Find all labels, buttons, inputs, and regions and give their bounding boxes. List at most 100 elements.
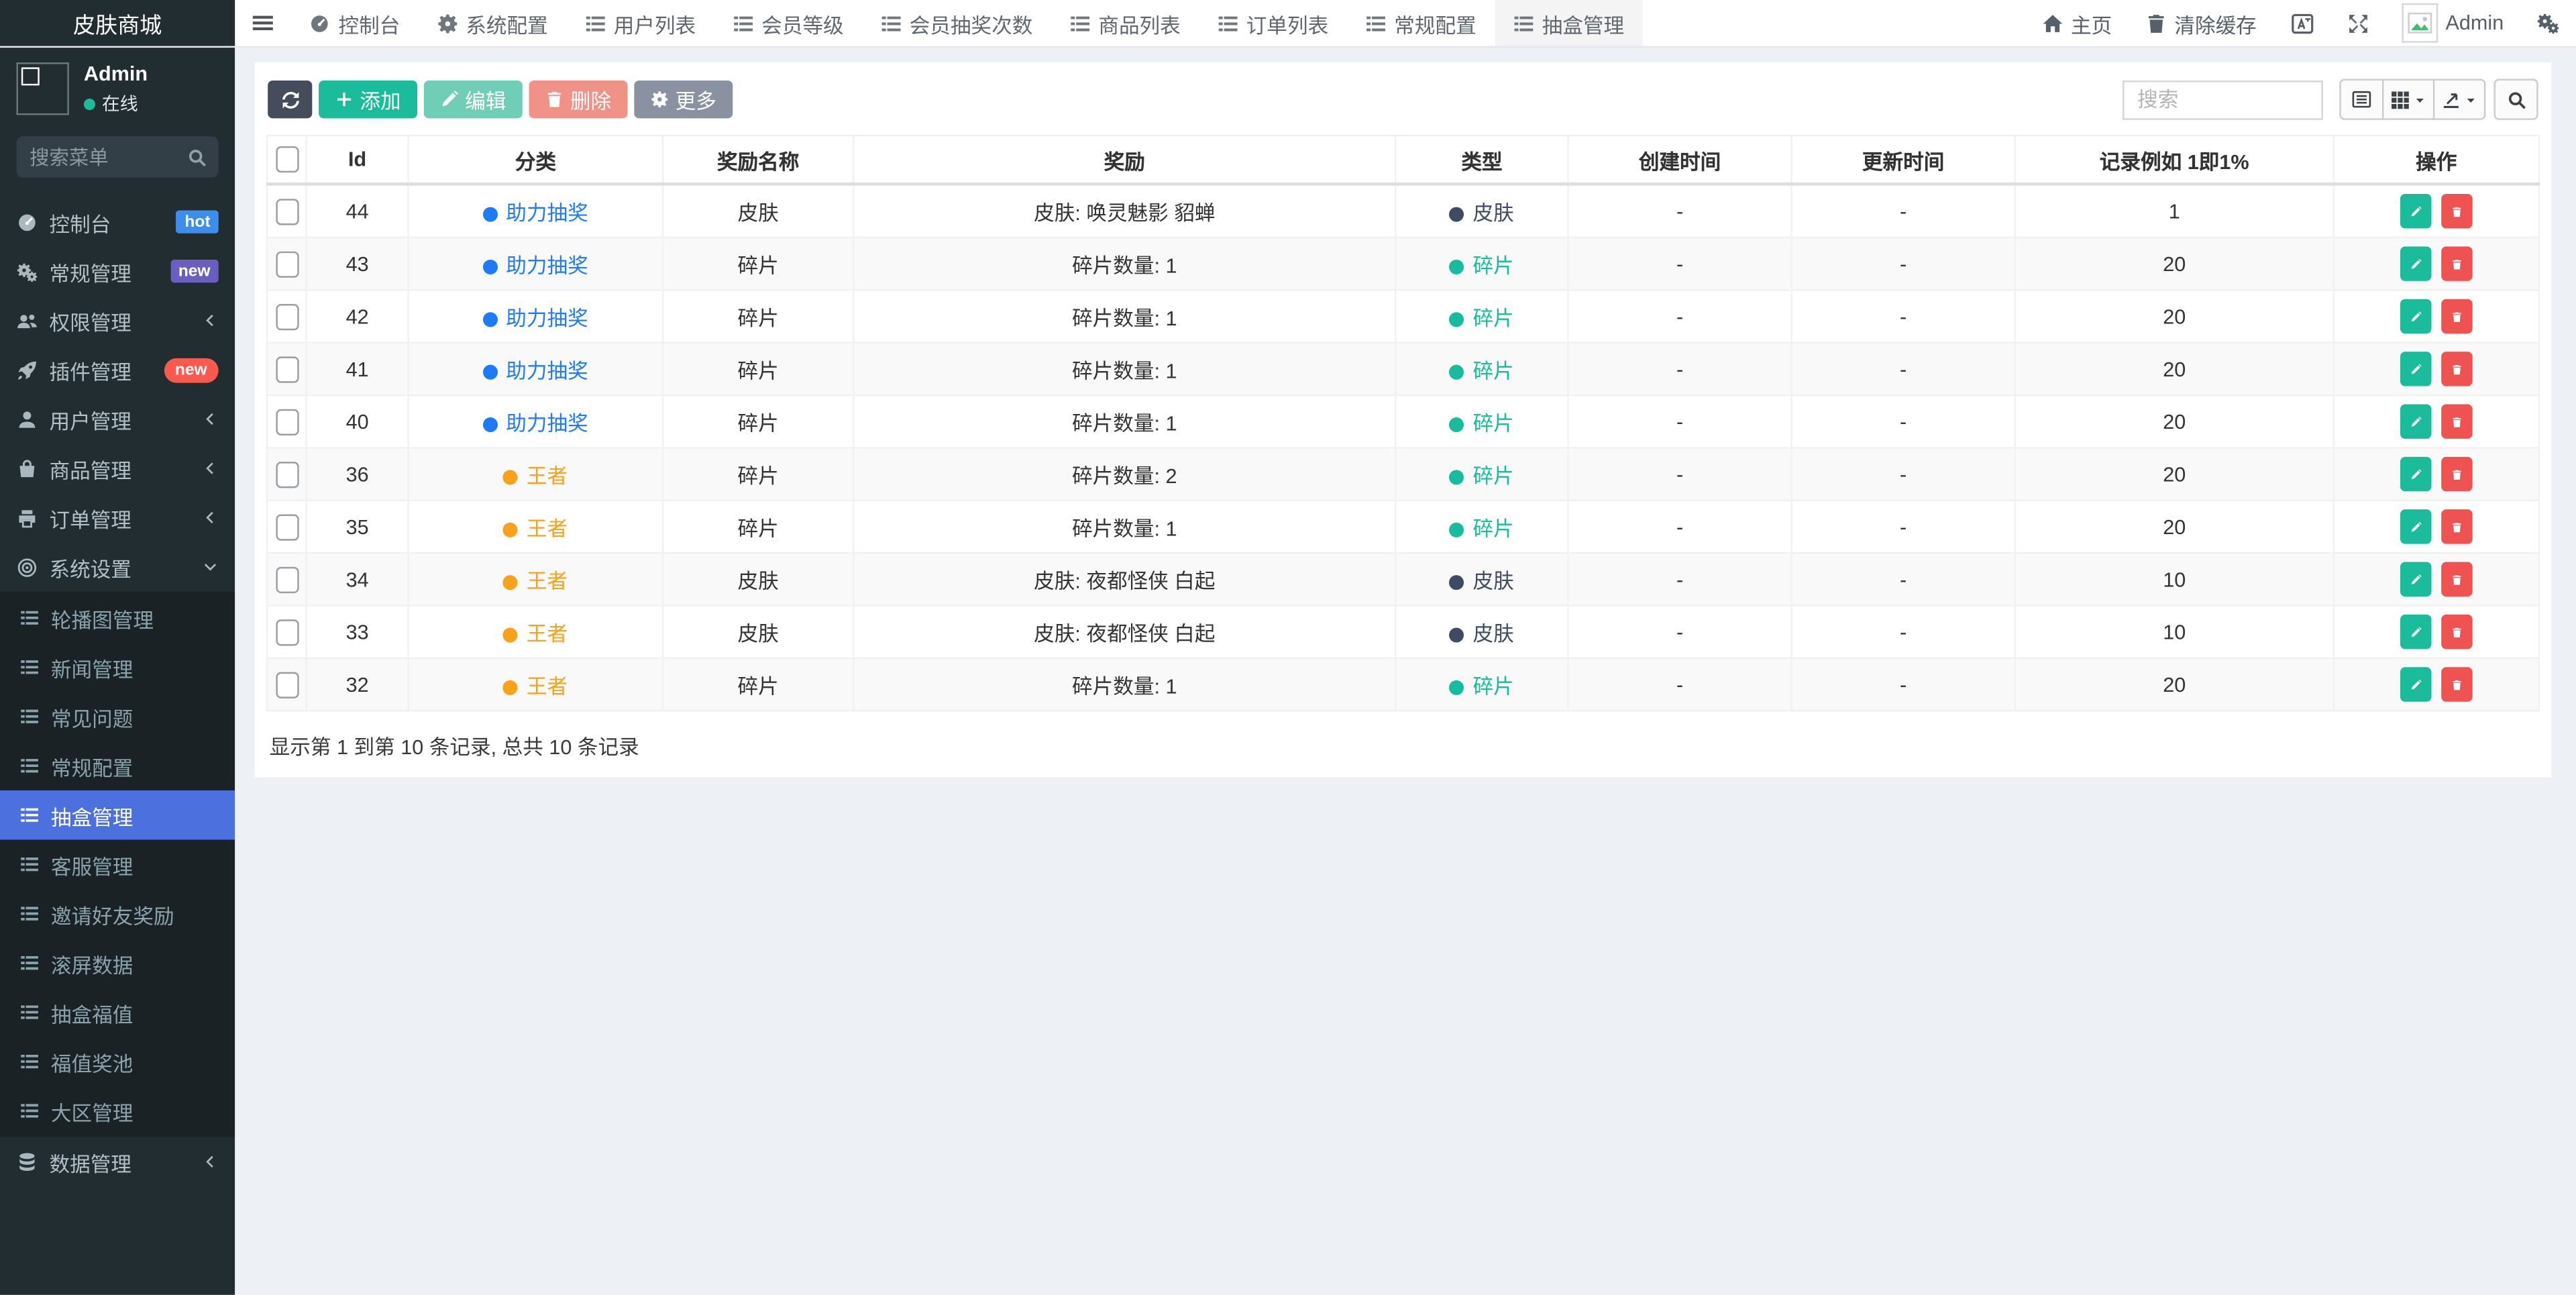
category-link[interactable]: 助力抽奖 [506,255,588,278]
delete-button[interactable]: 删除 [529,81,628,119]
column-header[interactable]: 分类 [407,134,664,186]
topnav-tab[interactable]: 抽盒管理 [1494,0,1643,46]
sidebar-submenu-item[interactable]: 客服管理 [0,839,235,888]
topnav-tab[interactable]: 订单列表 [1199,0,1346,46]
row-edit-button[interactable] [2400,193,2431,229]
row-checkbox[interactable] [275,671,299,698]
column-header[interactable]: 奖励 [853,134,1397,186]
language-button[interactable] [2273,11,2330,36]
column-header[interactable]: 类型 [1395,134,1569,186]
clear-cache-button[interactable]: 清除缓存 [2129,7,2273,39]
topnav-tab[interactable]: 商品列表 [1051,0,1198,46]
category-link[interactable]: 助力抽奖 [506,202,588,225]
row-edit-button[interactable] [2400,352,2431,386]
column-header[interactable]: 更新时间 [1790,134,2016,186]
row-delete-button[interactable] [2441,614,2473,650]
row-edit-button[interactable] [2400,614,2431,650]
category-link[interactable]: 助力抽奖 [506,307,588,330]
sidebar-submenu-item[interactable]: 福值奖池 [0,1037,235,1086]
sidebar-submenu-item[interactable]: 滚屏数据 [0,938,235,987]
category-link[interactable]: 王者 [527,517,568,540]
sidebar-menu-item[interactable]: 数据管理 [0,1137,235,1186]
sidebar-submenu-item[interactable]: 常见问题 [0,692,235,741]
column-header[interactable]: 奖励名称 [661,134,855,186]
row-delete-button[interactable] [2441,509,2473,544]
topnav-tab[interactable]: 控制台 [290,0,418,46]
select-all-checkbox[interactable] [275,146,299,173]
row-delete-button[interactable] [2441,456,2473,492]
sidebar-menu-item[interactable]: 权限管理 [0,296,235,345]
sidebar-submenu-item[interactable]: 新闻管理 [0,643,235,692]
sidebar-menu-item[interactable]: 商品管理 [0,444,235,493]
row-delete-button[interactable] [2441,352,2473,386]
refresh-button[interactable] [268,81,313,119]
row-checkbox[interactable] [275,408,299,435]
cell-actions [2332,499,2540,554]
topnav-tab[interactable]: 常规配置 [1346,0,1494,46]
fullscreen-button[interactable] [2330,12,2385,34]
row-checkbox[interactable] [275,303,299,330]
row-delete-button[interactable] [2441,562,2473,597]
column-header[interactable]: 创建时间 [1567,134,1792,186]
row-edit-button[interactable] [2400,667,2431,702]
home-link[interactable]: 主页 [2025,7,2128,39]
column-header[interactable]: 记录例如 1即1% [2014,134,2335,186]
topnav-tab[interactable]: 系统配置 [418,0,566,46]
row-checkbox[interactable] [275,460,299,488]
row-edit-button[interactable] [2400,404,2431,439]
topnav-tab[interactable]: 会员等级 [714,0,861,46]
add-button[interactable]: 添加 [319,81,418,119]
edit-button[interactable]: 编辑 [423,81,523,119]
sidebar-submenu-item[interactable]: 轮播图管理 [0,593,235,642]
category-dot [503,470,519,485]
table-search-input[interactable] [2123,79,2323,119]
row-delete-button[interactable] [2441,404,2473,439]
sidebar-submenu-item[interactable]: 大区管理 [0,1086,235,1135]
row-delete-button[interactable] [2441,667,2473,702]
trash-icon [2451,308,2463,324]
row-checkbox[interactable] [275,250,299,277]
row-delete-button[interactable] [2441,299,2473,334]
row-checkbox[interactable] [275,619,299,645]
topnav-tab[interactable]: 会员抽奖次数 [862,0,1051,46]
settings-button[interactable] [2520,11,2576,34]
columns-button[interactable] [2382,79,2435,120]
sidebar-toggle-button[interactable] [235,0,290,46]
category-link[interactable]: 王者 [527,465,568,488]
export-button[interactable] [2432,79,2486,120]
sidebar-submenu-item[interactable]: 邀请好友奖励 [0,889,235,938]
sidebar-submenu-item[interactable]: 抽盒管理 [0,790,235,840]
toggle-view-button[interactable] [2339,79,2384,120]
row-checkbox[interactable] [275,356,299,382]
sidebar-menu-item[interactable]: 控制台 hot [0,197,235,246]
category-link[interactable]: 王者 [527,676,568,698]
row-checkbox[interactable] [275,566,299,592]
sidebar-submenu-item[interactable]: 抽盒福值 [0,988,235,1037]
search-button[interactable] [2493,79,2538,120]
column-header[interactable]: 操作 [2332,134,2540,186]
category-link[interactable]: 王者 [527,623,568,645]
sidebar-menu-item[interactable]: 用户管理 [0,395,235,444]
row-edit-button[interactable] [2400,509,2431,544]
row-edit-button[interactable] [2400,299,2431,334]
column-header[interactable]: Id [305,134,409,186]
category-link[interactable]: 王者 [527,570,568,593]
row-delete-button[interactable] [2441,193,2473,229]
sidebar-menu-item[interactable]: 常规管理 new [0,246,235,295]
category-link[interactable]: 助力抽奖 [506,360,588,382]
row-edit-button[interactable] [2400,456,2431,492]
sidebar-menu-item[interactable]: 插件管理 new [0,345,235,394]
sidebar-menu-item[interactable]: 订单管理 [0,493,235,542]
row-checkbox[interactable] [275,198,299,225]
user-menu[interactable]: Admin [2385,3,2520,43]
sidebar-menu-item[interactable]: 系统设置 [0,542,235,591]
sidebar-submenu-item[interactable]: 常规配置 [0,741,235,790]
brand-logo[interactable]: 皮肤商城 [0,0,235,46]
row-edit-button[interactable] [2400,562,2431,597]
category-link[interactable]: 助力抽奖 [506,413,588,435]
row-delete-button[interactable] [2441,246,2473,281]
row-checkbox[interactable] [275,513,299,540]
topnav-tab[interactable]: 用户列表 [566,0,714,46]
more-button[interactable]: 更多 [634,81,733,119]
row-edit-button[interactable] [2400,246,2431,281]
